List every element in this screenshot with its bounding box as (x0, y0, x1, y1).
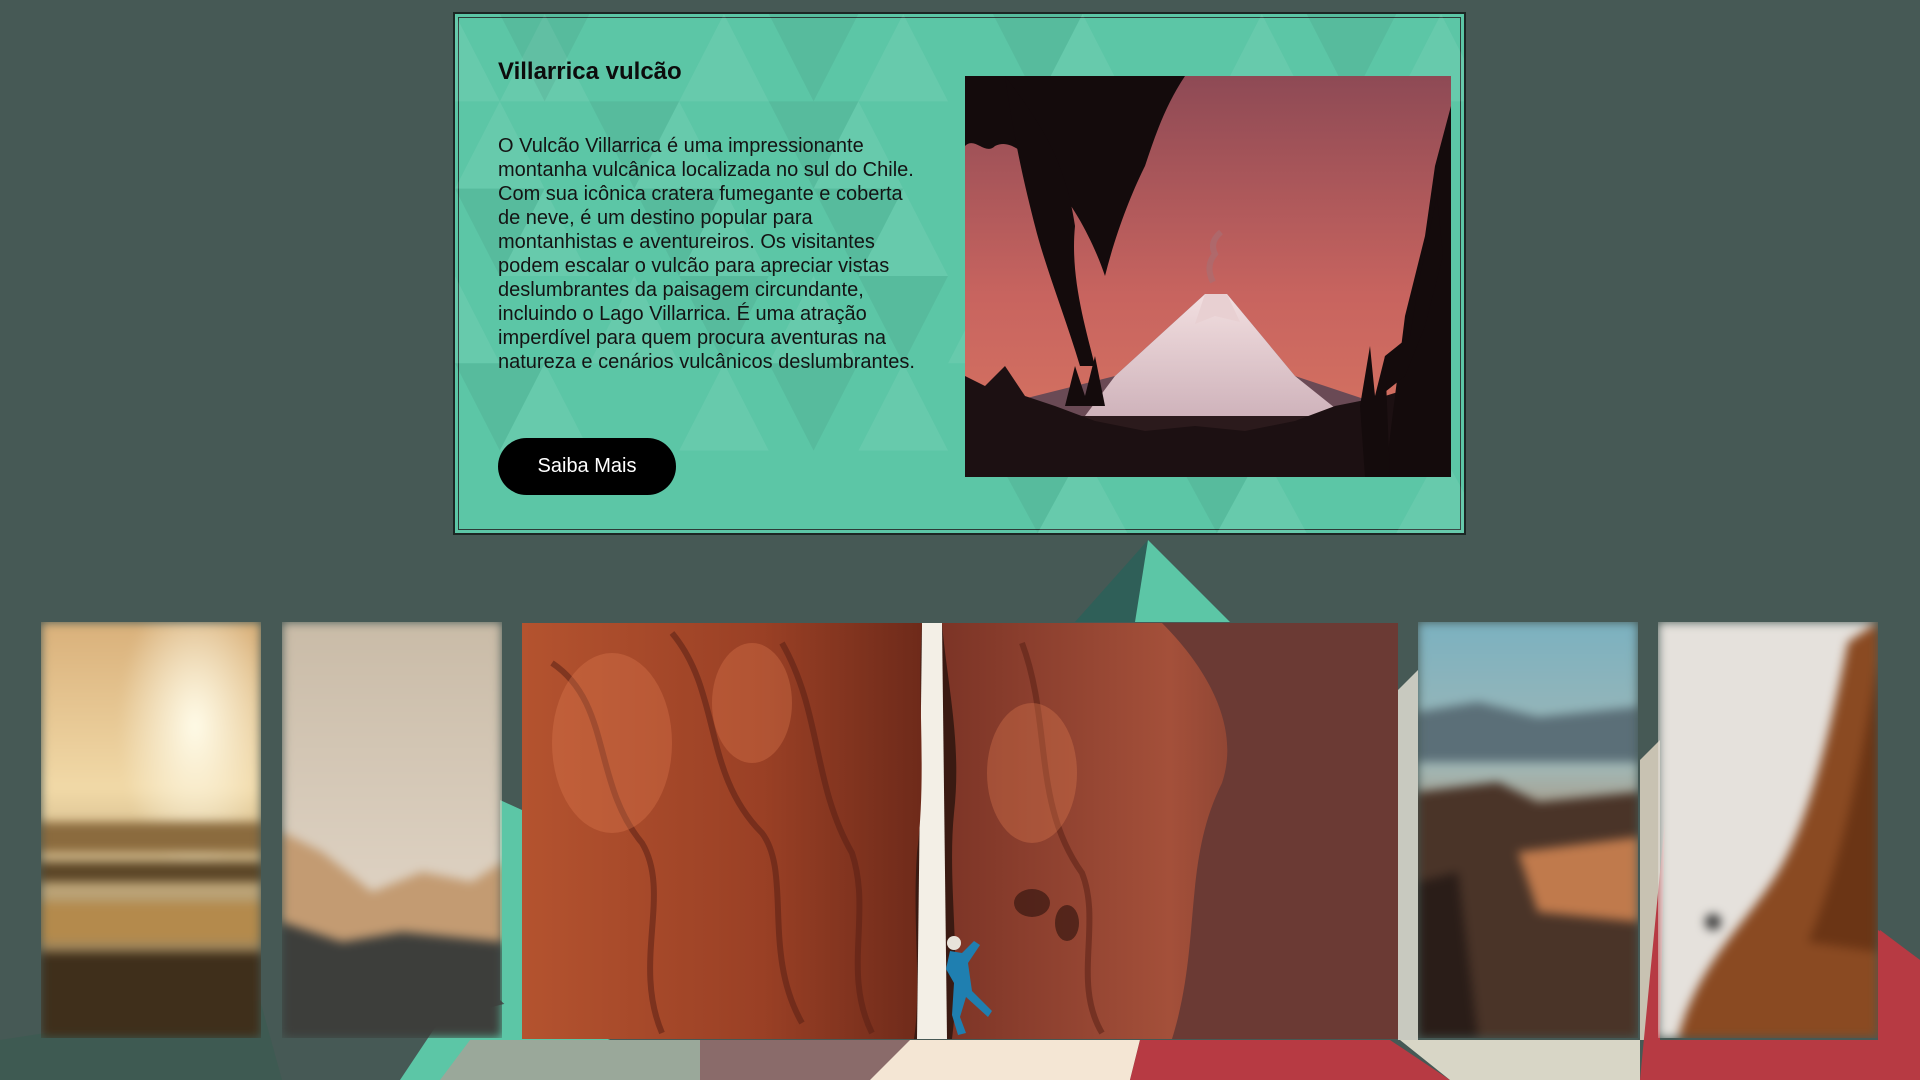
card-title: Villarrica vulcão (498, 58, 682, 85)
learn-more-button[interactable]: Saiba Mais (498, 438, 676, 495)
gallery-featured-canyon-photo[interactable] (522, 623, 1398, 1039)
gallery-thumbnail-sunset[interactable] (41, 622, 261, 1038)
gallery-thumbnail-mountains[interactable] (282, 622, 502, 1038)
destination-info-card: Villarrica vulcão O Vulcão Villarrica é … (453, 12, 1466, 535)
volcano-photo (965, 76, 1451, 477)
gallery-thumbnail-cliffs[interactable] (1418, 622, 1638, 1038)
gallery-thumbnail-rock-climber[interactable] (1658, 622, 1878, 1038)
card-description: O Vulcão Villarrica é uma impressionante… (498, 135, 915, 373)
